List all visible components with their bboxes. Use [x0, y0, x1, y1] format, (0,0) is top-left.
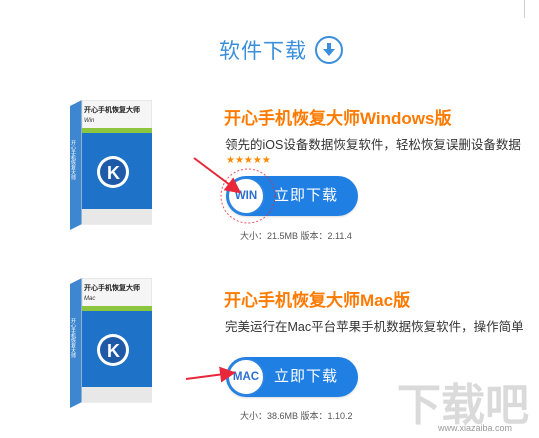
windows-product-box-image: K 开心手机恢复大师 Win 开心手机恢复大师 — [70, 100, 152, 230]
product-description: 领先的iOS设备数据恢复软件，轻松恢复误删设备数据 — [225, 138, 521, 152]
svg-text:K: K — [107, 341, 120, 361]
box-title-text: 开心手机恢复大师 — [84, 283, 140, 292]
section-header: 软件下载 — [219, 32, 343, 68]
page-edge-divider — [524, 0, 525, 18]
section-title: 软件下载 — [219, 40, 307, 63]
mac-product-box-image: K 开心手机恢复大师 Mac 开心手机恢复大师 — [70, 278, 152, 408]
product-title: 开心手机恢复大师Windows版 — [224, 109, 452, 128]
rating-stars: ★★★★★ — [226, 155, 271, 166]
download-label: 立即下载 — [274, 368, 339, 385]
box-title-text: 开心手机恢复大师 — [84, 105, 140, 114]
windows-download-button[interactable]: WIN 立即下载 — [226, 176, 358, 216]
download-label: 立即下载 — [274, 187, 339, 204]
win-badge: WIN — [227, 177, 265, 215]
svg-text:开心手机恢复大师: 开心手机恢复大师 — [70, 318, 76, 359]
watermark-url: www.xiazaiba.com — [438, 423, 513, 433]
mac-badge: MAC — [227, 358, 265, 396]
file-meta: 大小：38.6MB 版本：1.10.2 — [240, 411, 353, 421]
download-circle-icon[interactable] — [315, 36, 343, 64]
svg-text:K: K — [107, 163, 120, 183]
mac-download-button[interactable]: MAC 立即下载 — [226, 357, 358, 397]
svg-text:开心手机恢复大师: 开心手机恢复大师 — [70, 140, 76, 181]
product-title: 开心手机恢复大师Mac版 — [224, 291, 411, 310]
svg-text:Mac: Mac — [84, 296, 95, 302]
file-meta: 大小：21.5MB 版本：2.11.4 — [240, 231, 352, 241]
product-description: 完美运行在Mac平台苹果手机数据恢复软件，操作简单 — [225, 320, 524, 334]
svg-text:Win: Win — [84, 118, 95, 124]
